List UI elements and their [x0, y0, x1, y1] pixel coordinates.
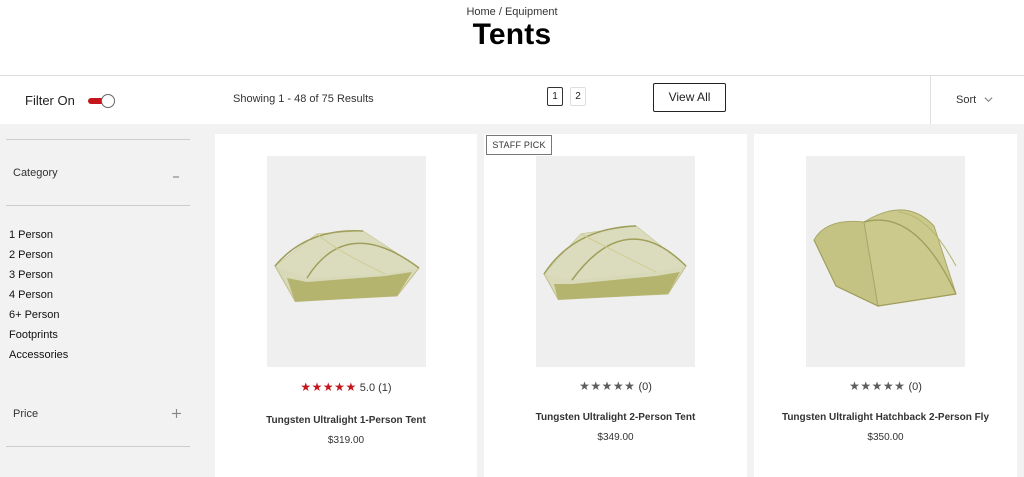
category-filter-header[interactable]: Category [13, 167, 58, 179]
product-rating: ★★★★★ (0) [484, 379, 747, 393]
content-area: Category 1 Person 2 Person 3 Person 4 Pe… [0, 124, 1024, 477]
product-price: $350.00 [867, 432, 904, 443]
results-toolbar: Filter On Showing 1 - 48 of 75 Results 1… [0, 76, 1024, 124]
product-price: $319.00 [327, 435, 365, 446]
chevron-down-icon [984, 97, 993, 103]
minus-icon[interactable] [171, 172, 181, 182]
star-icon: ★★★★★ [579, 379, 636, 393]
tent-image-icon [274, 230, 420, 302]
product-name[interactable]: Tungsten Ultralight 2-Person Tent [484, 412, 747, 423]
category-list: 1 Person 2 Person 3 Person 4 Person 6+ P… [9, 227, 68, 367]
filter-toggle[interactable] [88, 94, 116, 108]
star-icon: ★★★★★ [849, 379, 906, 393]
price-filter-header[interactable]: Price [13, 408, 38, 420]
product-image[interactable] [267, 156, 426, 367]
filter-label: Filter On [25, 93, 75, 108]
filter-sidebar: Category 1 Person 2 Person 3 Person 4 Pe… [0, 124, 200, 477]
product-image[interactable] [806, 156, 965, 367]
page-header: Home / Equipment Tents [0, 0, 1024, 76]
breadcrumb-home-link[interactable]: Home [466, 6, 495, 18]
plus-icon[interactable] [171, 408, 182, 419]
product-card[interactable]: ★★★★★ (0) Tungsten Ultralight Hatchback … [754, 134, 1017, 477]
toggle-knob [101, 94, 115, 108]
breadcrumb-equipment-link[interactable]: Equipment [505, 6, 558, 18]
category-item-accessories[interactable]: Accessories [9, 347, 68, 367]
pagination-page-1[interactable]: 1 [547, 87, 563, 106]
review-count[interactable]: (1) [378, 382, 391, 394]
sort-label: Sort [956, 94, 977, 106]
category-item-2-person[interactable]: 2 Person [9, 247, 68, 267]
rating-value: 5.0 [359, 382, 376, 394]
product-name[interactable]: Tungsten Ultralight 1-Person Tent [215, 415, 477, 426]
product-card[interactable]: ★★★★★ (0) Tungsten Ultralight 2-Person T… [484, 134, 747, 477]
tent-image-icon [543, 225, 687, 300]
breadcrumb: Home / Equipment [0, 6, 1024, 18]
category-item-footprints[interactable]: Footprints [9, 327, 68, 347]
sort-dropdown[interactable]: Sort [930, 76, 1024, 124]
product-image[interactable] [536, 156, 695, 367]
staff-pick-badge: STAFF PICK [486, 135, 552, 155]
review-count[interactable]: (0) [908, 381, 921, 393]
category-item-1-person[interactable]: 1 Person [9, 227, 68, 247]
product-rating: ★★★★★ (0) [754, 379, 1017, 393]
review-count[interactable]: (0) [638, 381, 651, 393]
product-rating: ★★★★★ 5.0 (1) [215, 380, 477, 394]
product-card[interactable]: ★★★★★ 5.0 (1) Tungsten Ultralight 1-Pers… [215, 134, 477, 477]
star-icon: ★★★★★ [300, 380, 357, 394]
pagination-page-2[interactable]: 2 [570, 87, 586, 106]
result-count: Showing 1 - 48 of 75 Results [233, 93, 374, 105]
sidebar-divider [6, 139, 190, 140]
page-title: Tents [472, 18, 552, 51]
category-item-6-plus-person[interactable]: 6+ Person [9, 307, 68, 327]
sidebar-divider [6, 205, 190, 206]
breadcrumb-separator: / [495, 6, 505, 18]
category-item-3-person[interactable]: 3 Person [9, 267, 68, 287]
product-price: $349.00 [597, 432, 634, 443]
category-item-4-person[interactable]: 4 Person [9, 287, 68, 307]
tent-image-icon [813, 209, 957, 307]
sidebar-divider [6, 446, 190, 447]
product-name[interactable]: Tungsten Ultralight Hatchback 2-Person F… [754, 412, 1017, 423]
view-all-button[interactable]: View All [653, 83, 726, 112]
